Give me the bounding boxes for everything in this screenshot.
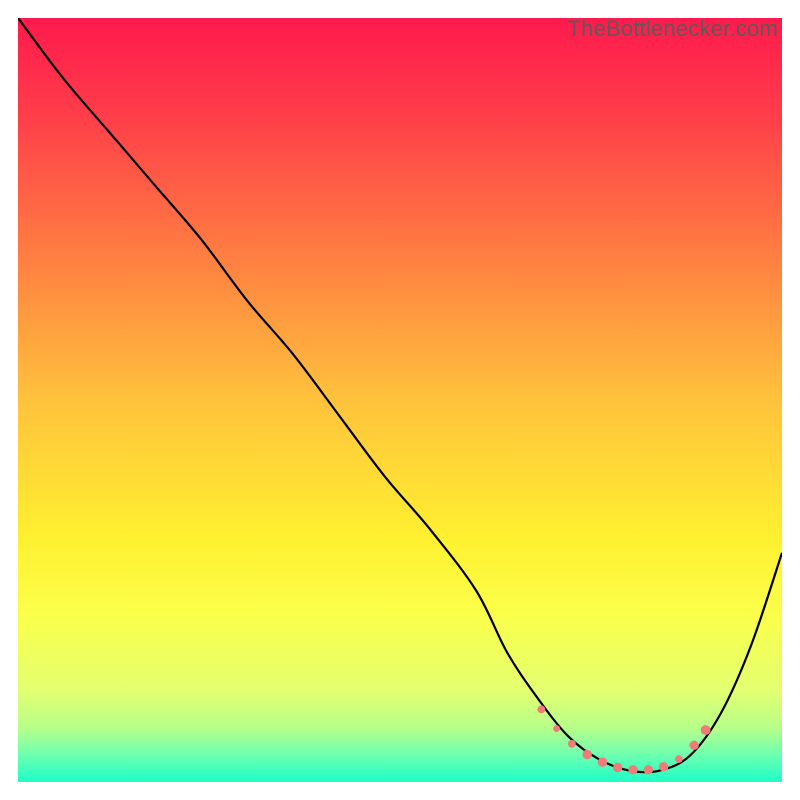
chart-svg	[18, 18, 782, 782]
marker-dot	[568, 740, 576, 748]
gradient-background	[18, 18, 782, 782]
marker-dot	[598, 757, 607, 766]
marker-dot	[701, 725, 711, 735]
plot-area: TheBottlenecker.com	[18, 18, 782, 782]
attribution-label: TheBottlenecker.com	[568, 16, 778, 42]
marker-dot	[628, 765, 637, 774]
marker-dot	[644, 765, 653, 774]
marker-dot	[582, 750, 591, 759]
marker-dot	[689, 741, 698, 750]
marker-dot	[553, 725, 560, 732]
marker-dot	[537, 706, 545, 714]
marker-dot	[613, 763, 622, 772]
marker-dot	[659, 762, 668, 771]
chart-container: TheBottlenecker.com	[0, 0, 800, 800]
marker-dot	[675, 755, 683, 763]
